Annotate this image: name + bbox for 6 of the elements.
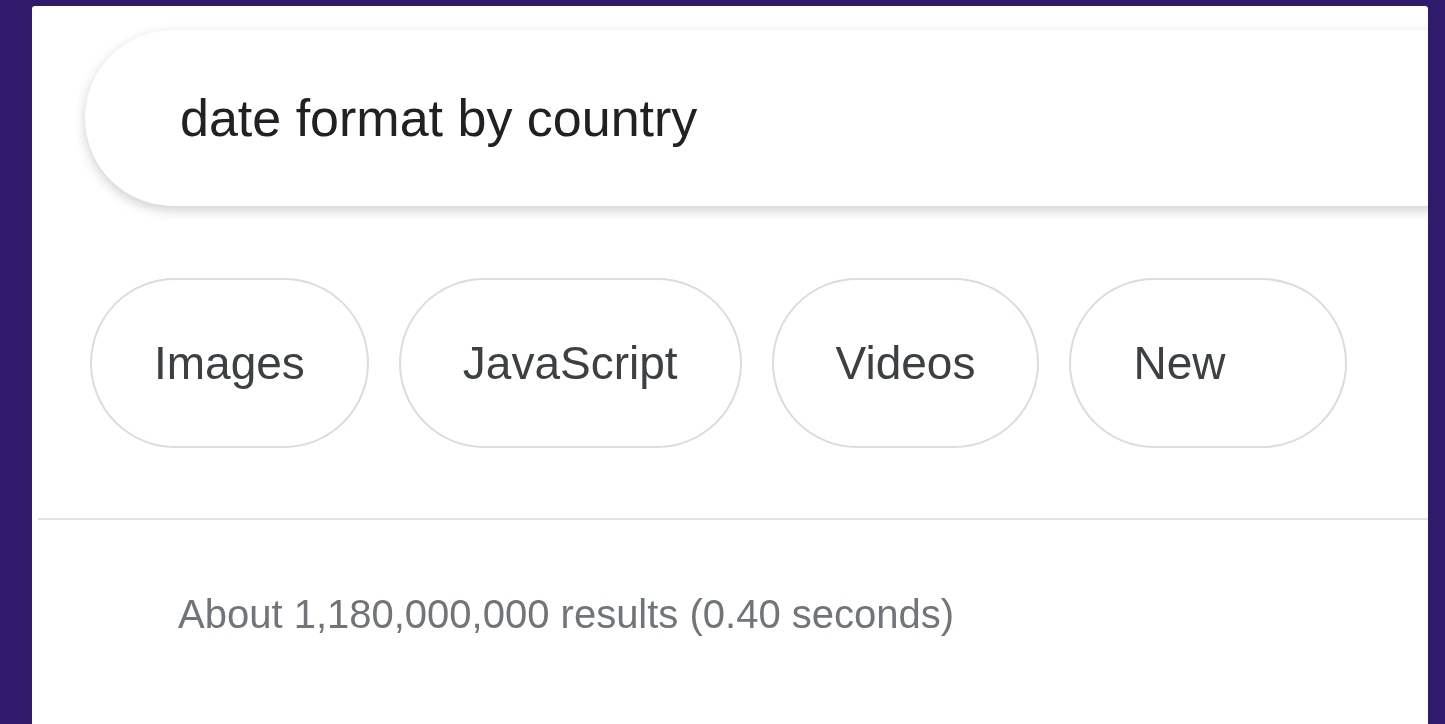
- filter-chip[interactable]: Videos: [771, 278, 1040, 448]
- filter-chip[interactable]: Images: [90, 278, 369, 448]
- results-stats: About 1,180,000,000 results (0.40 seconds): [178, 592, 956, 637]
- filter-chip[interactable]: JavaScript: [398, 278, 742, 448]
- filter-chip[interactable]: New: [1069, 278, 1348, 448]
- search-field[interactable]: date format by country: [85, 30, 1428, 206]
